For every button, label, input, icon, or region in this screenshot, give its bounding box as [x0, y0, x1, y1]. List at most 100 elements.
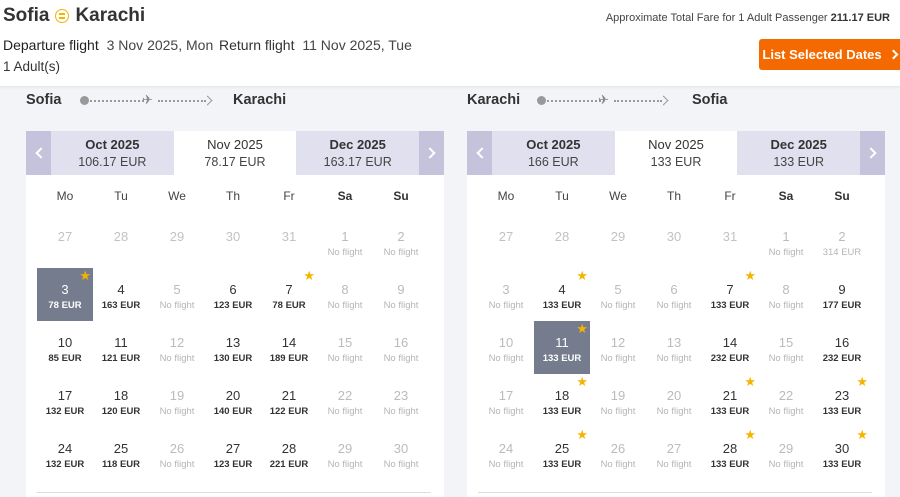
day-cell[interactable]: 12 No flight — [149, 321, 205, 374]
day-number: 20 — [225, 388, 241, 403]
day-cell[interactable]: 25 133 EUR ★ — [534, 427, 590, 480]
day-cell[interactable]: 26 No flight — [149, 427, 205, 480]
swap-icon[interactable] — [55, 9, 70, 23]
day-cell[interactable]: 8 No flight — [758, 268, 814, 321]
day-price: No flight — [656, 406, 692, 417]
day-number: 31 — [722, 229, 738, 244]
day-cell[interactable]: 25 118 EUR — [93, 427, 149, 480]
day-number: 30 — [834, 441, 850, 456]
day-price: 78 EUR — [272, 300, 306, 311]
month-tab-oct[interactable]: Oct 2025 106.17 EUR — [51, 131, 174, 175]
month-price: 78.17 EUR — [204, 155, 266, 169]
day-cell[interactable]: 1 No flight — [317, 215, 373, 268]
day-cell[interactable]: 24 132 EUR — [37, 427, 93, 480]
month-tab-dec[interactable]: Dec 2025 133 EUR — [737, 131, 861, 175]
day-cell[interactable]: 9 No flight — [373, 268, 429, 321]
day-cell[interactable]: 21 122 EUR — [261, 374, 317, 427]
day-cell[interactable]: 13 130 EUR — [205, 321, 261, 374]
day-number: 10 — [57, 335, 73, 350]
weekday-label: Mo — [56, 189, 74, 203]
day-cell[interactable]: 18 120 EUR — [93, 374, 149, 427]
day-cell[interactable]: 3 No flight — [478, 268, 534, 321]
day-cell[interactable]: 28 221 EUR — [261, 427, 317, 480]
day-cell[interactable]: 23 No flight — [373, 374, 429, 427]
day-cell[interactable]: 19 No flight — [590, 374, 646, 427]
day-cell[interactable]: 30 No flight — [373, 427, 429, 480]
day-cell[interactable]: 16 232 EUR — [814, 321, 870, 374]
day-cell[interactable]: 11 121 EUR — [93, 321, 149, 374]
day-cell[interactable]: 3 78 EUR ★ — [37, 268, 93, 321]
day-cell[interactable]: 28 133 EUR ★ — [702, 427, 758, 480]
day-cell[interactable]: 22 No flight — [317, 374, 373, 427]
day-cell[interactable]: 7 78 EUR ★ — [261, 268, 317, 321]
day-cell[interactable]: 12 No flight — [590, 321, 646, 374]
day-cell[interactable]: 27 No flight — [646, 427, 702, 480]
day-number: 13 — [225, 335, 241, 350]
day-cell[interactable]: 15 No flight — [758, 321, 814, 374]
day-cell[interactable]: 6 123 EUR — [205, 268, 261, 321]
passenger-count: 1 Adult(s) — [3, 59, 61, 74]
day-cell[interactable]: 14 232 EUR — [702, 321, 758, 374]
day-cell[interactable]: 24 No flight — [478, 427, 534, 480]
weekday-label: Th — [225, 189, 240, 203]
day-cell[interactable]: 2 314 EUR — [814, 215, 870, 268]
month-tab-oct[interactable]: Oct 2025 166 EUR — [492, 131, 615, 175]
day-number: 28 — [281, 441, 297, 456]
day-cell[interactable]: 9 177 EUR — [814, 268, 870, 321]
day-cell[interactable]: 21 133 EUR ★ — [702, 374, 758, 427]
day-price: 140 EUR — [213, 406, 253, 417]
day-cell[interactable]: 29 No flight — [317, 427, 373, 480]
day-cell[interactable]: 5 No flight — [149, 268, 205, 321]
day-cell[interactable]: 20 140 EUR — [205, 374, 261, 427]
next-month-button[interactable] — [419, 131, 445, 175]
month-tab-nov[interactable]: Nov 2025 78.17 EUR — [173, 131, 297, 175]
day-cell[interactable]: 15 No flight — [317, 321, 373, 374]
day-cell[interactable]: 11 133 EUR ★ — [534, 321, 590, 374]
list-selected-dates-button[interactable]: List Selected Dates — [759, 39, 900, 70]
day-cell[interactable]: 16 No flight — [373, 321, 429, 374]
day-cell[interactable]: 26 No flight — [590, 427, 646, 480]
day-price: 123 EUR — [213, 459, 253, 470]
day-price: 121 EUR — [101, 353, 141, 364]
day-cell[interactable]: 6 No flight — [646, 268, 702, 321]
day-cell[interactable]: 29 No flight — [758, 427, 814, 480]
divider — [37, 492, 431, 493]
day-cell[interactable]: 20 No flight — [646, 374, 702, 427]
month-selector: Oct 2025 106.17 EUR Nov 2025 78.17 EUR Dec… — [26, 131, 445, 175]
day-cell[interactable]: 1 No flight — [758, 215, 814, 268]
departure-summary: Departure flight 3 Nov 2025, Mon — [3, 37, 213, 53]
day-cell[interactable]: 8 No flight — [317, 268, 373, 321]
day-price: 122 EUR — [269, 406, 309, 417]
day-cell[interactable]: 5 No flight — [590, 268, 646, 321]
day-price: No flight — [159, 300, 195, 311]
day-cell[interactable]: 17 No flight — [478, 374, 534, 427]
month-tab-nov[interactable]: Nov 2025 133 EUR — [614, 131, 738, 175]
return-label: Return flight — [219, 37, 295, 53]
month-price: 133 EUR — [773, 155, 825, 169]
day-cell[interactable]: 19 No flight — [149, 374, 205, 427]
next-month-button[interactable] — [860, 131, 886, 175]
day-cell[interactable]: 13 No flight — [646, 321, 702, 374]
route-title: Sofia Karachi — [3, 5, 145, 27]
day-cell[interactable]: 4 163 EUR — [93, 268, 149, 321]
month-name: Dec 2025 — [770, 137, 827, 152]
day-cell[interactable]: 10 85 EUR — [37, 321, 93, 374]
day-cell[interactable]: 7 133 EUR ★ — [702, 268, 758, 321]
prev-month-button[interactable] — [467, 131, 492, 175]
month-tab-dec[interactable]: Dec 2025 163.17 EUR — [296, 131, 420, 175]
day-price: No flight — [768, 247, 804, 258]
day-cell[interactable]: 30 133 EUR ★ — [814, 427, 870, 480]
day-cell[interactable]: 17 132 EUR — [37, 374, 93, 427]
day-cell[interactable]: 22 No flight — [758, 374, 814, 427]
day-cell[interactable]: 27 123 EUR — [205, 427, 261, 480]
day-cell[interactable]: 18 133 EUR ★ — [534, 374, 590, 427]
day-cell[interactable]: 10 No flight — [478, 321, 534, 374]
day-cell[interactable]: 4 133 EUR ★ — [534, 268, 590, 321]
day-cell[interactable]: 23 133 EUR ★ — [814, 374, 870, 427]
day-number: 10 — [498, 335, 514, 350]
prev-month-button[interactable] — [26, 131, 51, 175]
divider — [478, 492, 872, 493]
day-cell[interactable]: 2 No flight — [373, 215, 429, 268]
day-cell[interactable]: 14 189 EUR — [261, 321, 317, 374]
departure-label: Departure flight — [3, 37, 99, 53]
